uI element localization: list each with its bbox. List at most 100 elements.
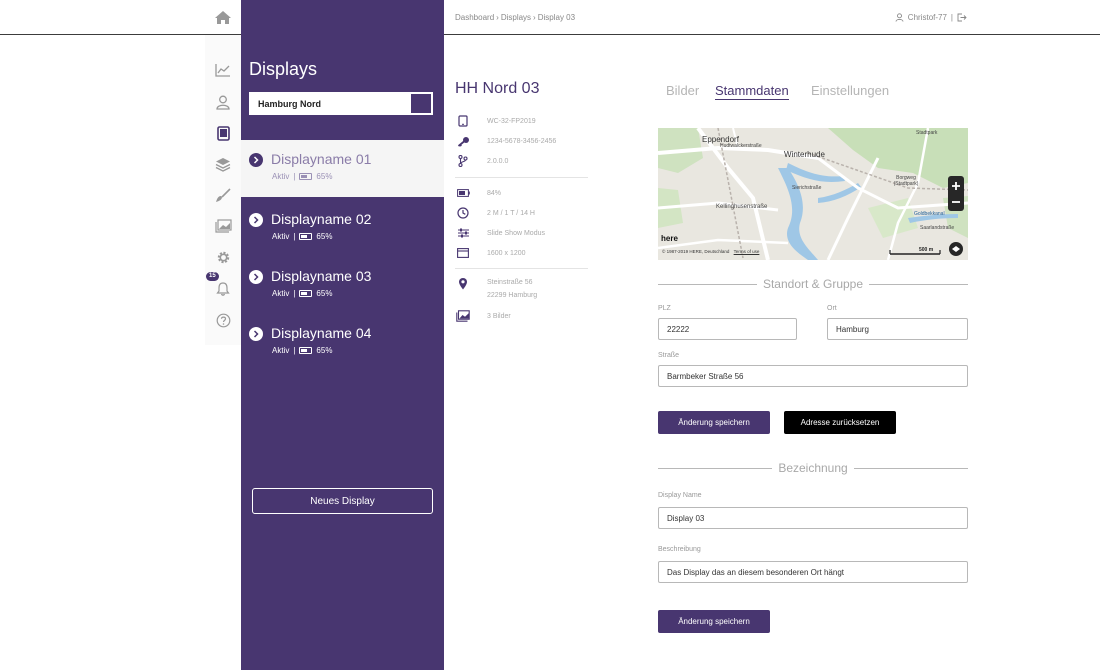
rail-statistics[interactable]: [205, 57, 241, 83]
plz-input[interactable]: 22222: [658, 318, 797, 340]
search-field[interactable]: Hamburg Nord: [249, 92, 433, 115]
status-text: Aktiv: [272, 289, 290, 298]
rail-layers[interactable]: [205, 151, 241, 177]
map-here-logo: here: [661, 234, 678, 243]
info-version: 2.0.0.0: [455, 154, 508, 168]
chevron-right-icon: [249, 213, 263, 227]
address-value: Steinstraße 56 22299 Hamburg: [487, 276, 537, 302]
brush-icon: [216, 187, 231, 202]
version-value: 2.0.0.0: [487, 157, 509, 165]
user-icon: [895, 13, 904, 22]
tab-einstellungen[interactable]: Einstellungen: [811, 83, 889, 98]
info-schedule: 2 M / 1 T / 14 H: [455, 206, 535, 220]
battery-value: 84%: [487, 189, 502, 197]
description-input[interactable]: Das Display das an diesem besonderen Ort…: [658, 561, 968, 583]
rail-settings[interactable]: [205, 244, 241, 270]
layers-icon: [215, 157, 231, 172]
display-list-item[interactable]: Displayname 02 Aktiv | 65%: [241, 200, 444, 257]
battery-level: 65%: [316, 232, 333, 241]
new-display-button[interactable]: Neues Display: [252, 488, 433, 514]
display-name: Displayname 03: [271, 268, 372, 284]
rail-design[interactable]: [205, 182, 241, 208]
sliders-icon: [455, 226, 471, 240]
breadcrumb-separator: ›: [533, 13, 536, 22]
ort-input[interactable]: Hamburg: [827, 318, 968, 340]
help-icon: [216, 313, 230, 327]
topbar-sidebar-header: [241, 0, 444, 35]
description-label: Beschreibung: [658, 546, 701, 553]
user-area: Christof-77 |: [895, 13, 967, 22]
status-text: Aktiv: [272, 172, 290, 181]
mode-value: Slide Show Modus: [487, 229, 545, 237]
ort-label: Ort: [827, 305, 837, 312]
display-list-item[interactable]: Displayname 04 Aktiv | 65%: [241, 314, 444, 371]
strasse-input[interactable]: Barmbeker Straße 56: [658, 365, 968, 387]
rail-images[interactable]: [205, 213, 241, 239]
map-label-sierich: Sierichstraße: [792, 185, 822, 191]
display-name-input[interactable]: Display 03: [658, 507, 968, 529]
divider-line: [658, 467, 773, 469]
tab-stammdaten[interactable]: Stammdaten: [715, 83, 789, 100]
resolution-value: 1600 x 1200: [487, 249, 526, 257]
status-text: Aktiv: [272, 232, 290, 241]
images-value: 3 Bilder: [487, 312, 511, 320]
sidebar-title: Displays: [249, 59, 318, 79]
tab-bilder[interactable]: Bilder: [666, 83, 699, 98]
battery-level: 65%: [316, 346, 333, 355]
logout-icon[interactable]: [957, 13, 967, 22]
images-icon: [455, 309, 471, 323]
rail-users[interactable]: [205, 89, 241, 115]
info-images: 3 Bilder: [455, 309, 511, 323]
save-address-button[interactable]: Änderung speichern: [658, 411, 770, 434]
rail-help[interactable]: [205, 307, 241, 333]
breadcrumb-dashboard[interactable]: Dashboard: [455, 13, 494, 22]
search-button[interactable]: [410, 93, 432, 114]
license-key-value: 1234-5678-3456-2456: [487, 137, 557, 145]
display-name: Displayname 04: [271, 325, 372, 341]
section-standort: Standort & Gruppe: [658, 277, 968, 291]
status-separator: |: [293, 172, 296, 181]
display-list-item[interactable]: Displayname 03 Aktiv | 65%: [241, 257, 444, 314]
chevron-right-icon: [249, 270, 263, 284]
map-label-winterhude: Winterhude: [784, 150, 825, 159]
section-title: Bezeichnung: [778, 461, 848, 475]
map-copyright-text: © 1987-2019 HERE, Deutschland: [662, 249, 730, 254]
map-label-goldbek: Goldbekkanal: [914, 211, 945, 217]
plz-label: PLZ: [658, 305, 671, 312]
home-button[interactable]: [205, 0, 241, 35]
map-label-stadtpark: Stadtpark: [916, 130, 938, 136]
map-terms-link[interactable]: Terms of use: [734, 249, 760, 254]
info-license: 1234-5678-3456-2456: [455, 134, 556, 148]
user-separator: |: [950, 13, 953, 22]
map-copyright: © 1987-2019 HERE, Deutschland Terms of u…: [662, 249, 759, 254]
display-status: Aktiv | 65%: [272, 289, 332, 298]
display-name: Displayname 01: [271, 151, 372, 167]
images-icon: [214, 219, 232, 233]
chart-icon: [215, 64, 230, 77]
display-status: Aktiv | 65%: [272, 232, 332, 241]
status-separator: |: [293, 232, 296, 241]
chevron-right-icon: [249, 153, 263, 167]
notification-badge: 15: [206, 272, 219, 281]
battery-icon: [455, 186, 471, 200]
icon-rail: 15: [205, 35, 241, 345]
address-line2: 22299 Hamburg: [487, 292, 538, 299]
rail-displays[interactable]: [205, 120, 241, 146]
user-icon: [216, 95, 230, 110]
rail-notifications[interactable]: 15: [205, 272, 241, 301]
user-name[interactable]: Christof-77: [908, 13, 947, 22]
schedule-value: 2 M / 1 T / 14 H: [487, 209, 535, 217]
window-icon: [455, 246, 471, 260]
display-list-item[interactable]: Displayname 01 Aktiv | 65%: [241, 140, 444, 197]
location-map[interactable]: Eppendorf Winterhude Hudtwalckerstraße S…: [658, 128, 968, 260]
breadcrumb-displays[interactable]: Displays: [501, 13, 531, 22]
info-resolution: 1600 x 1200: [455, 246, 526, 260]
tablet-icon: [455, 114, 471, 128]
save-name-button[interactable]: Änderung speichern: [658, 610, 770, 633]
status-separator: |: [293, 289, 296, 298]
section-bezeichnung: Bezeichnung: [658, 461, 969, 475]
reset-address-button[interactable]: Adresse zurücksetzen: [784, 411, 896, 434]
divider-line: [658, 283, 757, 285]
breadcrumb-separator: ›: [496, 13, 499, 22]
section-title: Standort & Gruppe: [762, 277, 864, 291]
